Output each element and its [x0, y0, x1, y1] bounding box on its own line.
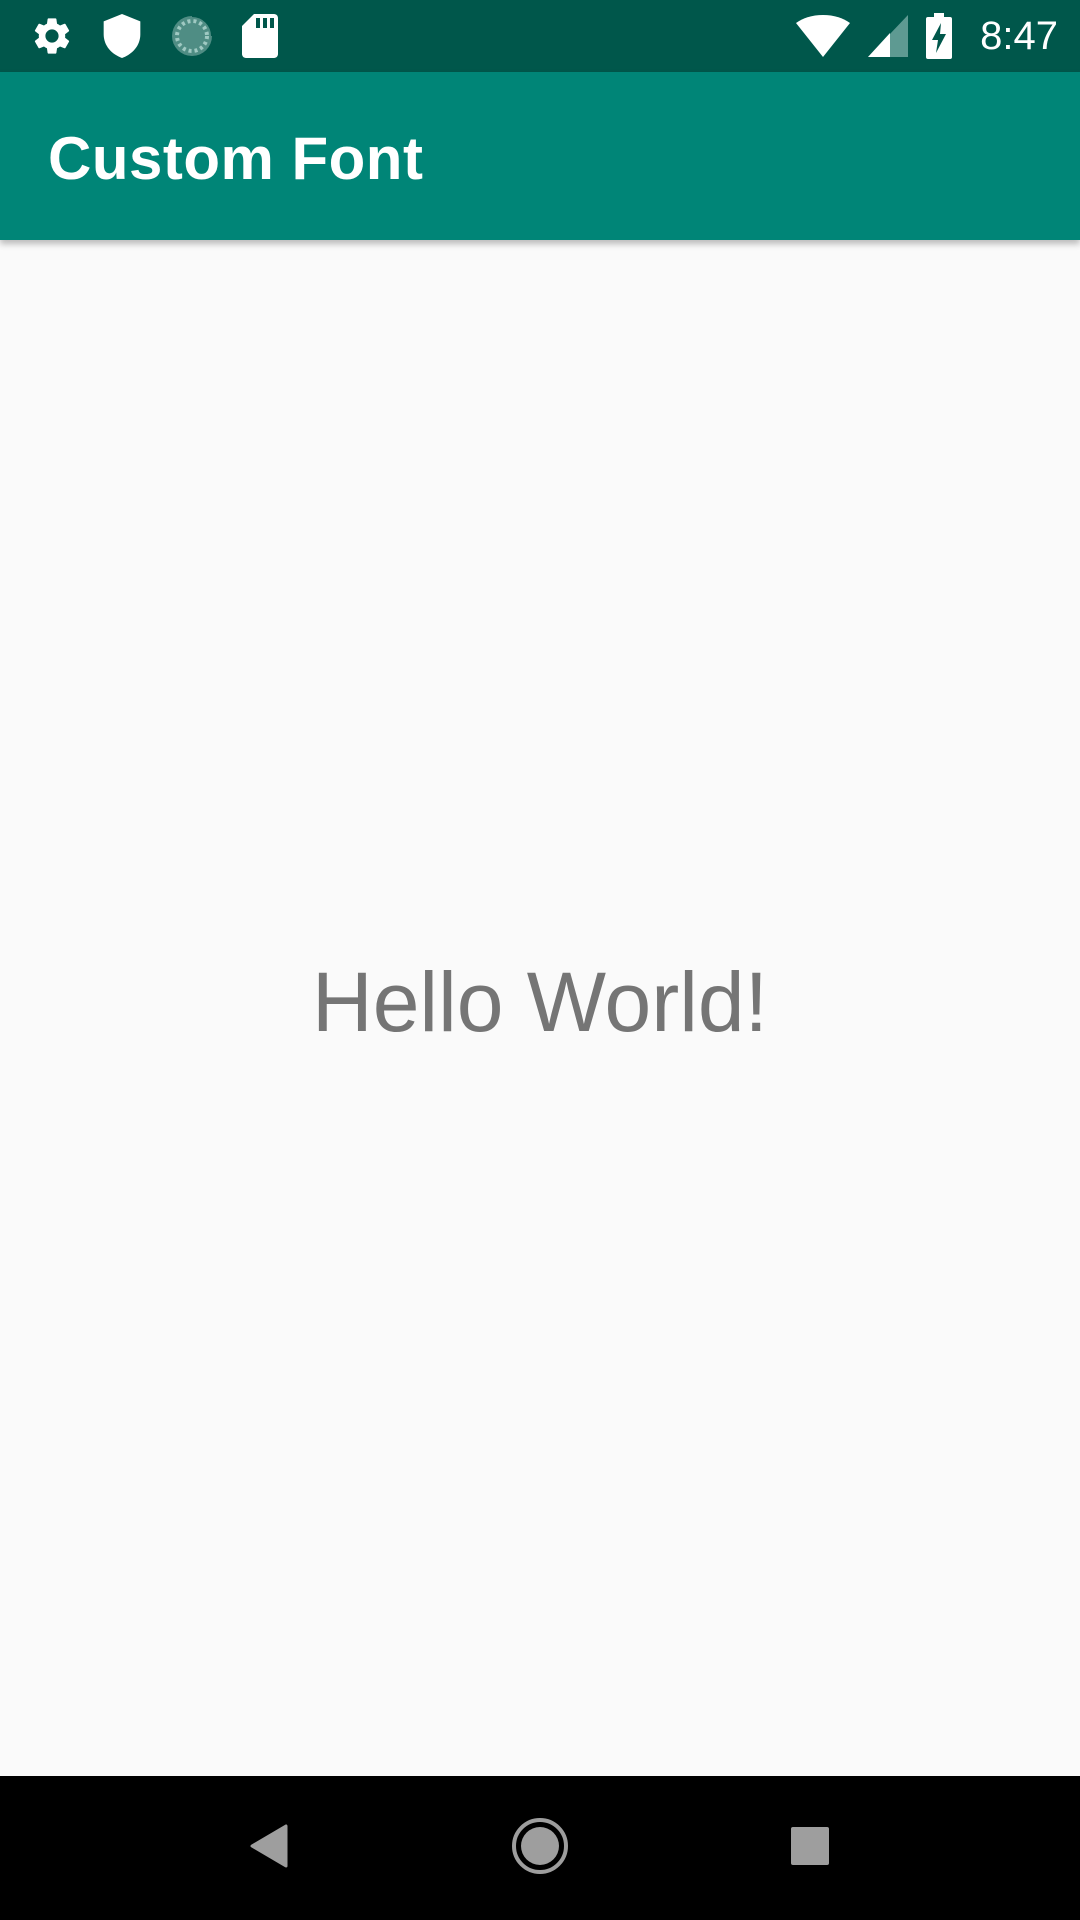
home-button[interactable]: [504, 1812, 576, 1884]
recents-icon: [791, 1826, 829, 1870]
wifi-icon: [796, 15, 851, 57]
status-bar-system-icons: 8:47: [796, 10, 1058, 62]
battery-charging-icon: [926, 13, 953, 59]
signal-icon: [868, 15, 909, 57]
hello-text: Hello World!: [312, 955, 768, 1049]
app-bar: Custom Font: [0, 72, 1080, 240]
back-icon: [250, 1824, 290, 1873]
sd-card-icon: [242, 14, 278, 58]
sync-icon: [170, 14, 214, 58]
navigation-bar: [0, 1776, 1080, 1920]
status-bar: 8:47: [0, 0, 1080, 72]
back-button[interactable]: [234, 1812, 306, 1884]
status-bar-time: 8:47: [980, 13, 1058, 58]
home-icon: [511, 1817, 569, 1880]
main-content: Hello World!: [0, 240, 1080, 1776]
shield-icon: [102, 14, 142, 58]
app-title: Custom Font: [48, 125, 424, 192]
gear-icon: [30, 14, 74, 58]
status-bar-notification-icons: [30, 14, 278, 58]
recents-button[interactable]: [774, 1812, 846, 1884]
